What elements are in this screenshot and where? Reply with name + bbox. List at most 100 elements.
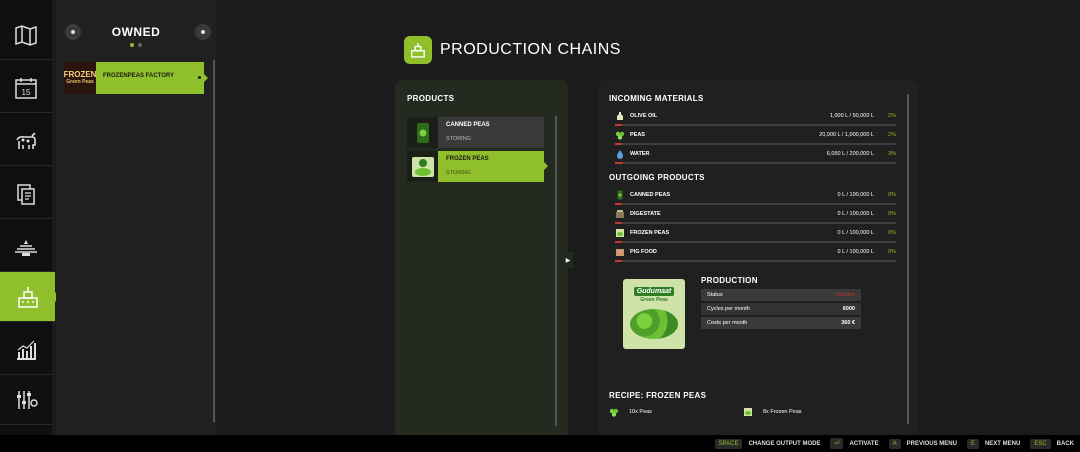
production-title: PRODUCTION bbox=[701, 276, 758, 285]
fill-bar-level bbox=[615, 143, 623, 145]
product-name: FROZEN PEAS bbox=[446, 156, 489, 162]
material-amount: 0 L / 100,000 L bbox=[837, 249, 875, 255]
nav-animals[interactable] bbox=[0, 116, 52, 166]
recipe-output-label: 8x Frozen Peas bbox=[763, 409, 802, 415]
fill-bar bbox=[615, 241, 896, 243]
nav-settings[interactable] bbox=[0, 375, 52, 425]
incoming-row: WATER 6,050 L / 200,000 L 3% bbox=[615, 149, 896, 167]
page-title: PRODUCTION CHAINS bbox=[440, 41, 621, 58]
production-icon bbox=[17, 286, 38, 308]
product-name: CANNED PEAS bbox=[446, 122, 490, 128]
material-amount: 0 L / 100,000 L bbox=[837, 211, 875, 217]
map-icon bbox=[15, 24, 37, 46]
dot-icon bbox=[201, 30, 205, 34]
next-category-button[interactable] bbox=[195, 24, 211, 40]
canned-peas-icon bbox=[615, 190, 625, 200]
key-esc: ESC bbox=[1030, 438, 1051, 449]
material-name: DIGESTATE bbox=[630, 211, 661, 217]
svg-text:15: 15 bbox=[22, 88, 31, 97]
page-dot bbox=[138, 43, 142, 47]
fill-bar bbox=[615, 260, 896, 262]
hint-next-menu[interactable]: E NEXT MENU bbox=[966, 438, 1021, 449]
costs-row: Costs per month 360 € bbox=[701, 317, 861, 329]
frozen-peas-product-image: Gudumaat Green Peas bbox=[623, 279, 685, 349]
material-percent: 0% bbox=[888, 211, 896, 217]
production-chains-icon bbox=[404, 36, 432, 64]
material-percent: 0% bbox=[888, 192, 896, 198]
fill-bar bbox=[615, 222, 896, 224]
pig-food-icon bbox=[615, 247, 625, 257]
frozen-peas-icon bbox=[407, 151, 438, 182]
frozen-peas-icon bbox=[744, 408, 752, 416]
product-info: CANNED PEAS STORING bbox=[438, 117, 544, 148]
material-amount: 0 L / 100,000 L bbox=[837, 230, 875, 236]
material-name: WATER bbox=[630, 151, 650, 157]
fill-bar bbox=[615, 162, 896, 164]
costs-label: Costs per month bbox=[707, 320, 748, 326]
hint-back[interactable]: ESC BACK bbox=[1030, 438, 1074, 449]
nav-statistics[interactable] bbox=[0, 325, 52, 375]
expand-arrow-icon[interactable]: ▶ bbox=[563, 252, 573, 268]
details-panel: INCOMING MATERIALS OLIVE OIL 1,000 L / 5… bbox=[599, 80, 919, 435]
nav-contracts[interactable] bbox=[0, 169, 52, 219]
material-name: OLIVE OIL bbox=[630, 113, 658, 119]
main-nav: 15 bbox=[0, 0, 60, 435]
outgoing-row: FROZEN PEAS 0 L / 100,000 L 0% bbox=[615, 228, 896, 246]
products-scrollbar[interactable] bbox=[555, 116, 557, 426]
peas-icon bbox=[609, 408, 619, 417]
canned-peas-icon bbox=[407, 117, 438, 148]
details-scrollbar[interactable] bbox=[907, 94, 909, 424]
material-amount: 20,000 L / 1,000,000 L bbox=[819, 132, 874, 138]
hint-label: NEXT MENU bbox=[984, 440, 1021, 447]
product-item-canned-peas[interactable]: CANNED PEAS STORING bbox=[407, 117, 544, 148]
hint-previous-menu[interactable]: A PREVIOUS MENU bbox=[888, 438, 957, 449]
recipe-title: RECIPE: FROZEN PEAS bbox=[609, 391, 707, 400]
field-icon bbox=[15, 239, 37, 256]
owned-item-frozenpeas-factory[interactable]: FROZEN Green Peas FROZENPEAS FACTORY bbox=[64, 62, 208, 94]
hint-label: BACK bbox=[1056, 440, 1074, 447]
material-name: PIG FOOD bbox=[630, 249, 657, 255]
olive-oil-icon bbox=[615, 111, 625, 121]
peas-bowl-icon bbox=[630, 309, 678, 339]
material-percent: 2% bbox=[888, 113, 896, 119]
owned-title: OWNED bbox=[111, 25, 161, 39]
frozen-peas-icon bbox=[615, 228, 625, 238]
digestate-icon bbox=[615, 209, 625, 219]
factory-thumbnail: FROZEN Green Peas bbox=[64, 62, 96, 94]
recipe-output: 8x Frozen Peas bbox=[743, 407, 802, 417]
cycles-label: Cycles per month bbox=[707, 306, 750, 312]
nav-production[interactable] bbox=[0, 272, 60, 322]
selected-marker-icon bbox=[198, 76, 201, 79]
thumb-sub: Green Peas bbox=[66, 78, 94, 85]
status-value: Inactive bbox=[836, 292, 855, 298]
owned-panel: OWNED FROZEN Green Peas FROZENPEAS FACTO… bbox=[56, 0, 216, 435]
owned-item-text: FROZENPEAS FACTORY bbox=[103, 73, 175, 79]
hint-activate[interactable]: ⏎ ACTIVATE bbox=[830, 438, 879, 449]
product-brand: Gudumaat bbox=[633, 287, 675, 296]
product-info: FROZEN PEAS STORING bbox=[438, 151, 548, 182]
outgoing-row: DIGESTATE 0 L / 100,000 L 0% bbox=[615, 209, 896, 227]
nav-calendar[interactable]: 15 bbox=[0, 63, 52, 113]
nav-map[interactable] bbox=[0, 10, 52, 60]
status-row: Status Inactive bbox=[701, 289, 861, 301]
hint-change-output-mode[interactable]: SPACE CHANGE OUTPUT MODE bbox=[714, 438, 820, 449]
nav-fields[interactable] bbox=[0, 222, 52, 272]
key-space: SPACE bbox=[714, 438, 743, 449]
fill-bar bbox=[615, 124, 896, 126]
owned-item-label: FROZENPEAS FACTORY bbox=[96, 62, 208, 94]
outgoing-row: PIG FOOD 0 L / 100,000 L 0% bbox=[615, 247, 896, 265]
cycles-value: 6000 bbox=[842, 306, 855, 312]
fill-bar-level bbox=[615, 260, 623, 262]
fill-bar-level bbox=[615, 124, 623, 126]
material-percent: 2% bbox=[888, 132, 896, 138]
key-a: A bbox=[888, 438, 901, 449]
product-item-frozen-peas[interactable]: FROZEN PEAS STORING bbox=[407, 151, 548, 182]
product-sub: Green Peas bbox=[640, 297, 668, 303]
button-hints-bar: SPACE CHANGE OUTPUT MODE ⏎ ACTIVATE A PR… bbox=[0, 435, 1080, 452]
statistics-icon bbox=[17, 340, 36, 360]
cycles-row: Cycles per month 6000 bbox=[701, 303, 861, 315]
calendar-icon: 15 bbox=[15, 77, 37, 99]
key-enter-icon: ⏎ bbox=[830, 438, 844, 449]
incoming-row: PEAS 20,000 L / 1,000,000 L 2% bbox=[615, 130, 896, 148]
owned-scrollbar[interactable] bbox=[213, 60, 215, 422]
